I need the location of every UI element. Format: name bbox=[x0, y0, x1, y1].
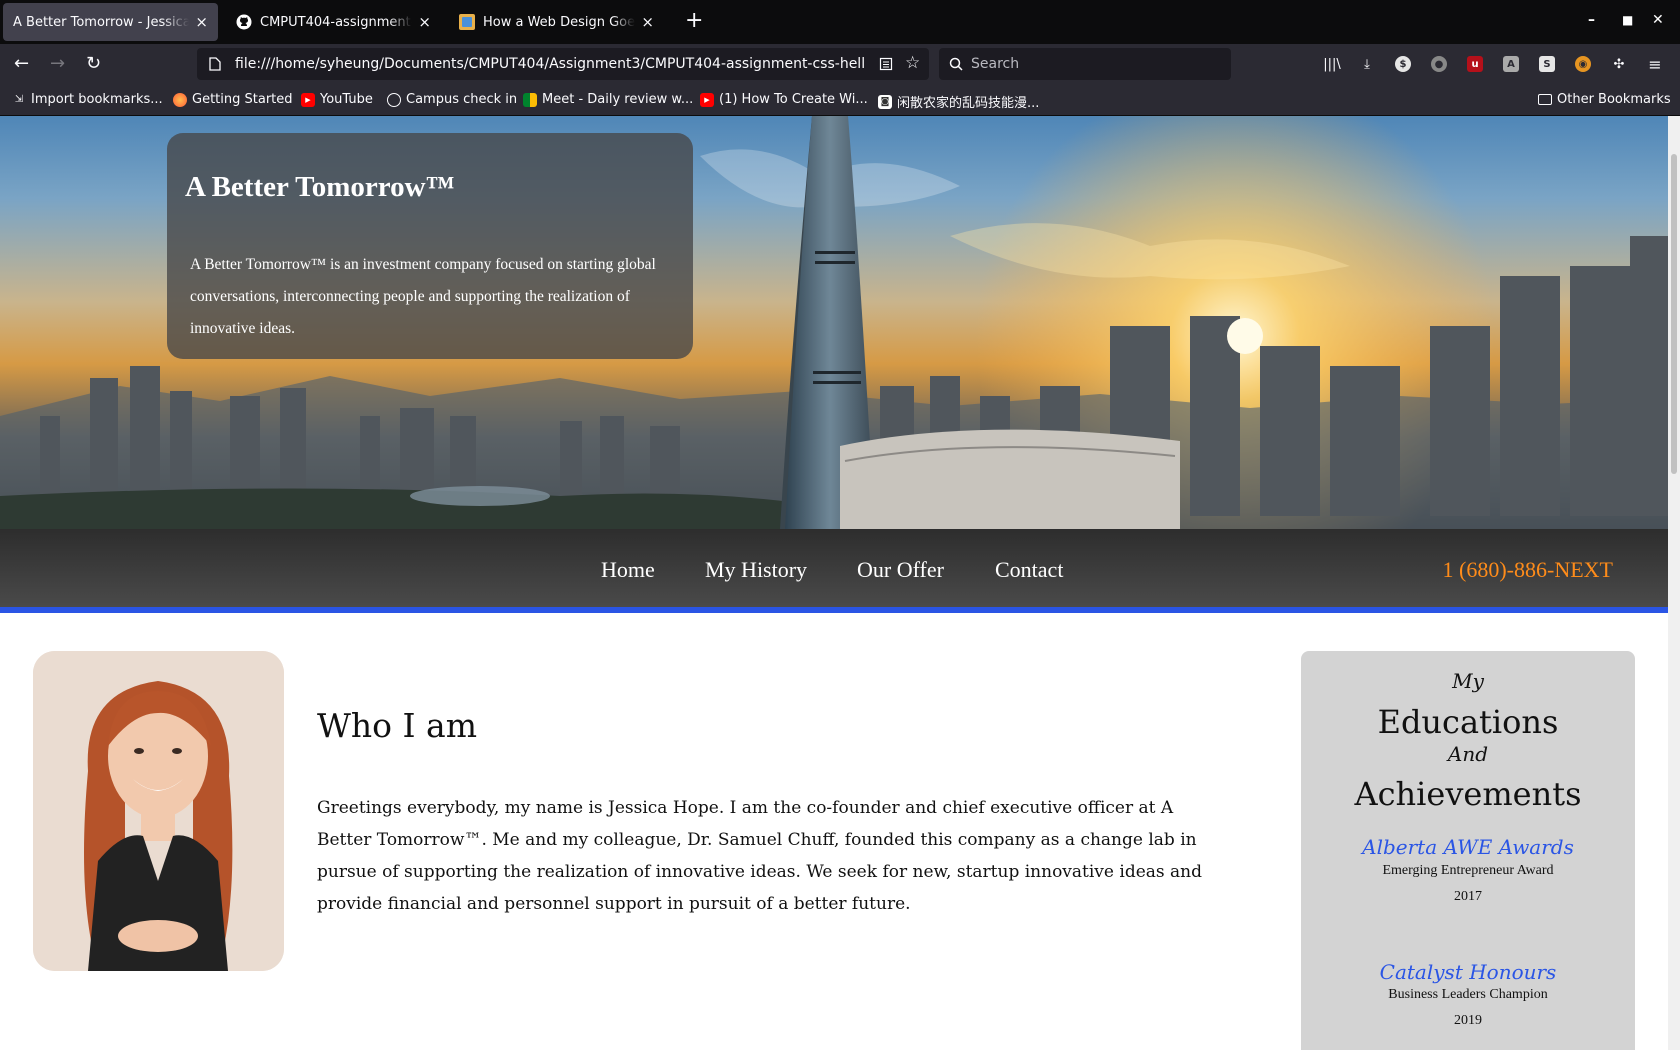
tab-title: A Better Tomorrow - Jessica Hope bbox=[13, 14, 190, 30]
url-text[interactable]: file:///home/syheung/Documents/CMPUT404/… bbox=[235, 56, 865, 72]
phone-number[interactable]: 1 (680)-886-NEXT bbox=[1443, 557, 1613, 583]
close-tab-icon[interactable]: × bbox=[641, 13, 654, 31]
award-name-link[interactable]: Alberta AWE Awards bbox=[1301, 835, 1635, 859]
hero-title: A Better Tomorrow™ bbox=[185, 171, 455, 203]
bilibili-icon: ◙ bbox=[878, 94, 892, 109]
maximize-icon[interactable]: ■ bbox=[1622, 13, 1633, 27]
library-icon[interactable]: |||\ bbox=[1321, 53, 1343, 75]
browser-toolbar: ← → ↻ file:///home/syheung/Documents/CMP… bbox=[0, 44, 1680, 84]
close-window-icon[interactable]: ✕ bbox=[1652, 12, 1664, 28]
about-heading: Who I am bbox=[317, 706, 478, 745]
bookmark-label: 闲散农家的乱码技能漫... bbox=[897, 96, 1040, 111]
other-bookmarks-label: Other Bookmarks bbox=[1557, 92, 1671, 107]
site-navigation: Home My History Our Offer Contact 1 (680… bbox=[0, 529, 1668, 613]
minimize-icon[interactable]: – bbox=[1588, 12, 1595, 28]
bookmark-label: Campus check in bbox=[406, 92, 518, 107]
education-achievements-panel: My Educations And Achievements Alberta A… bbox=[1301, 651, 1635, 1050]
portrait-image bbox=[33, 651, 284, 971]
bookmark-label: (1) How To Create Wi... bbox=[719, 92, 868, 107]
tab-title: How a Web Design Goes Straight to Hell bbox=[483, 14, 636, 30]
bookmark-meet[interactable]: Meet - Daily review w... bbox=[523, 92, 693, 107]
shield-icon: u bbox=[1467, 56, 1483, 72]
bookmark-label: Meet - Daily review w... bbox=[542, 92, 694, 107]
bookmarks-bar: ⇲ Import bookmarks... Getting Started ▶ Yo… bbox=[0, 84, 1680, 116]
github-icon bbox=[236, 14, 252, 30]
bookmark-star-icon[interactable]: ☆ bbox=[905, 53, 920, 73]
nav-our-offer-link[interactable]: Our Offer bbox=[857, 557, 944, 583]
bookmark-how-to-create[interactable]: ▶ (1) How To Create Wi... bbox=[700, 92, 868, 107]
menu-icon[interactable]: ≡ bbox=[1644, 53, 1666, 75]
hero-banner: A Better Tomorrow™ A Better Tomorrow™ is… bbox=[0, 116, 1668, 529]
profile-photo bbox=[33, 651, 284, 971]
s-icon: S bbox=[1539, 56, 1555, 72]
bookmark-label: YouTube bbox=[320, 92, 373, 107]
page-viewport: A Better Tomorrow™ A Better Tomorrow™ is… bbox=[0, 116, 1668, 1050]
extensions-icon[interactable]: ✣ bbox=[1608, 53, 1630, 75]
hero-description: A Better Tomorrow™ is an investment comp… bbox=[190, 256, 656, 337]
globe-icon bbox=[387, 92, 401, 107]
extension-mask-icon[interactable]: ● bbox=[1428, 53, 1450, 75]
page-scrollbar[interactable] bbox=[1668, 116, 1680, 1050]
bookmark-campus-check-in[interactable]: Campus check in bbox=[387, 92, 517, 107]
reader-view-icon[interactable] bbox=[879, 57, 893, 71]
downloads-icon[interactable]: ⤓ bbox=[1356, 53, 1378, 75]
youtube-icon: ▶ bbox=[700, 92, 714, 107]
ublock-icon[interactable]: u bbox=[1464, 53, 1486, 75]
back-icon[interactable]: ← bbox=[14, 53, 29, 75]
search-placeholder: Search bbox=[971, 56, 1020, 72]
close-tab-icon[interactable]: × bbox=[195, 13, 208, 31]
folder-icon bbox=[1538, 94, 1552, 105]
edu-my-label: My bbox=[1452, 669, 1484, 693]
tab-github-repo[interactable]: CMPUT404-assignment-css-hell × bbox=[226, 3, 441, 41]
bookmark-label: Getting Started bbox=[192, 92, 293, 107]
extension-translate-icon[interactable]: A bbox=[1500, 53, 1522, 75]
achievements-heading: Achievements bbox=[1354, 775, 1582, 813]
monkey-icon: ◉ bbox=[1575, 56, 1591, 72]
about-paragraph: Greetings everybody, my name is Jessica … bbox=[317, 798, 1202, 914]
firefox-icon bbox=[173, 92, 187, 107]
edu-and-label: And bbox=[1447, 742, 1489, 766]
award-description: Business Leaders Champion bbox=[1388, 987, 1548, 1002]
nav-home-link[interactable]: Home bbox=[601, 557, 655, 583]
dollar-icon: $ bbox=[1395, 56, 1411, 72]
award-year: 2017 bbox=[1454, 889, 1482, 904]
tab-a-better-tomorrow[interactable]: A Better Tomorrow - Jessica Hope × bbox=[3, 3, 218, 41]
forward-icon[interactable]: → bbox=[50, 53, 65, 75]
bookmark-bilibili[interactable]: ◙ 闲散农家的乱码技能漫... bbox=[878, 92, 1039, 111]
reload-icon[interactable]: ↻ bbox=[86, 53, 101, 75]
tab-strip: A Better Tomorrow - Jessica Hope × CMPUT… bbox=[0, 0, 1680, 44]
mask-icon: ● bbox=[1431, 56, 1447, 72]
import-icon: ⇲ bbox=[14, 94, 24, 105]
meet-icon bbox=[523, 92, 537, 107]
bookmark-youtube[interactable]: ▶ YouTube bbox=[301, 92, 373, 107]
bookmark-label: Import bookmarks... bbox=[31, 92, 163, 107]
search-bar[interactable]: Search bbox=[939, 48, 1231, 80]
award-year: 2019 bbox=[1454, 1013, 1482, 1028]
article-favicon-icon bbox=[459, 14, 475, 30]
nav-contact-link[interactable]: Contact bbox=[995, 557, 1063, 583]
bookmark-import[interactable]: ⇲ Import bookmarks... bbox=[12, 92, 163, 107]
other-bookmarks[interactable]: Other Bookmarks bbox=[1538, 92, 1671, 107]
award-description: Emerging Entrepreneur Award bbox=[1382, 863, 1554, 878]
extension-tampermonkey-icon[interactable]: ◉ bbox=[1572, 53, 1594, 75]
extension-dollar-icon[interactable]: $ bbox=[1392, 53, 1414, 75]
search-icon bbox=[949, 57, 963, 71]
translate-icon: A bbox=[1503, 56, 1519, 72]
scrollbar-thumb[interactable] bbox=[1671, 154, 1677, 474]
tab-web-design-hell[interactable]: How a Web Design Goes Straight to Hell × bbox=[449, 3, 664, 41]
new-tab-button[interactable]: + bbox=[685, 10, 703, 32]
bookmark-getting-started[interactable]: Getting Started bbox=[173, 92, 293, 107]
page-icon bbox=[209, 57, 221, 71]
edu-heading: Educations bbox=[1377, 703, 1559, 741]
award-name-link[interactable]: Catalyst Honours bbox=[1301, 960, 1635, 984]
extension-s-icon[interactable]: S bbox=[1536, 53, 1558, 75]
hero-card: A Better Tomorrow™ A Better Tomorrow™ is… bbox=[167, 133, 693, 359]
url-bar[interactable]: file:///home/syheung/Documents/CMPUT404/… bbox=[197, 48, 929, 80]
tab-title: CMPUT404-assignment-css-hell bbox=[260, 14, 412, 30]
youtube-icon: ▶ bbox=[301, 92, 315, 107]
nav-my-history-link[interactable]: My History bbox=[705, 557, 807, 583]
close-tab-icon[interactable]: × bbox=[418, 13, 431, 31]
